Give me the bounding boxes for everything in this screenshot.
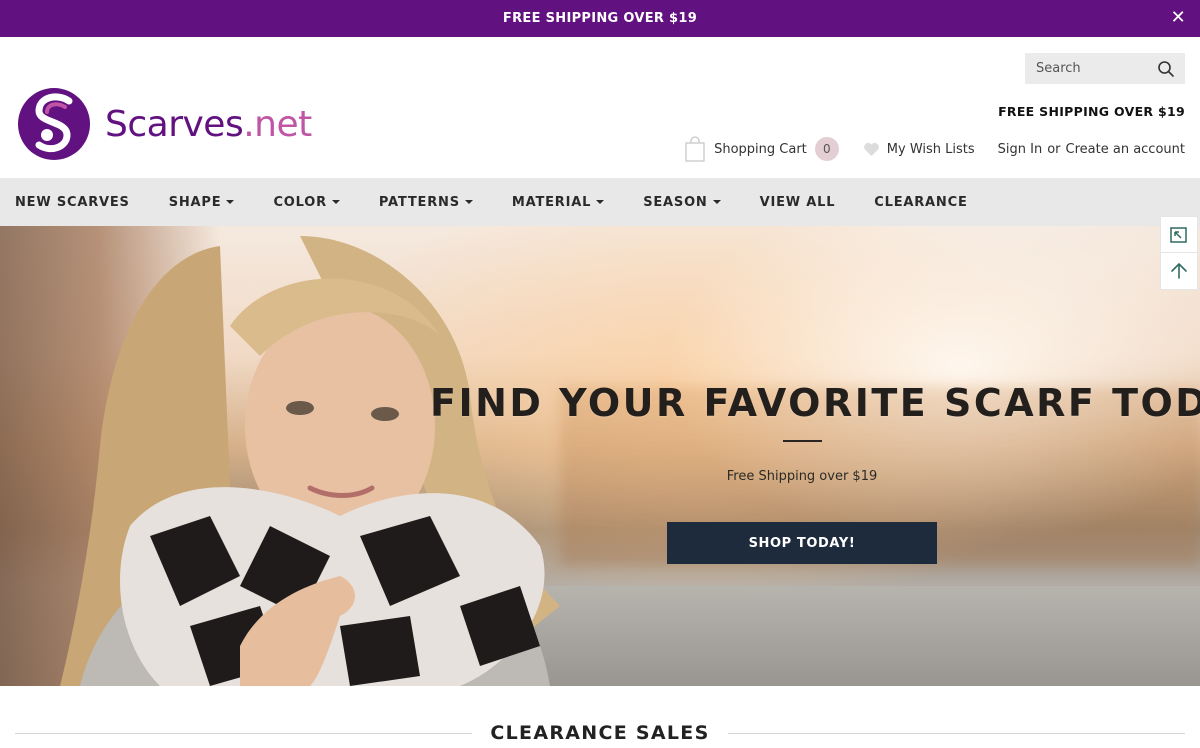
create-account-link[interactable]: Create an account <box>1066 142 1185 157</box>
search-icon[interactable] <box>1157 60 1175 78</box>
caret-down-icon <box>331 200 340 204</box>
nav-item-new-scarves[interactable]: NEW SCARVES <box>15 195 130 210</box>
nav-item-season[interactable]: SEASON <box>643 194 721 210</box>
hero-subtitle: Free Shipping over $19 <box>726 469 878 484</box>
nav-label: CLEARANCE <box>874 194 968 210</box>
announcement-bar: FREE SHIPPING OVER $19 ✕ <box>0 0 1200 37</box>
nav-item-shape[interactable]: SHAPE <box>169 195 235 210</box>
nav-label: PATTERNS <box>378 194 460 210</box>
caret-down-icon <box>226 200 235 204</box>
header-links: Shopping Cart 0 My Wish Lists Sign In or C… <box>684 136 1185 162</box>
nav-label: COLOR <box>273 194 327 210</box>
clearance-section-header: CLEARANCE SALES <box>0 718 1200 748</box>
logo-brand-text: Scarves <box>105 103 244 145</box>
cart-count-badge: 0 <box>814 137 839 161</box>
nav-item-material[interactable]: MATERIAL <box>511 194 605 210</box>
nav-label: NEW SCARVES <box>15 194 130 210</box>
caret-down-icon <box>596 200 605 204</box>
search-box <box>1025 53 1185 84</box>
caret-down-icon <box>712 200 721 204</box>
close-icon[interactable]: ✕ <box>1171 7 1186 29</box>
sign-in-link[interactable]: Sign In <box>998 142 1043 157</box>
compare-icon <box>1170 226 1187 243</box>
shopping-cart-link[interactable]: Shopping Cart 0 <box>684 136 839 162</box>
wishlist-label: My Wish Lists <box>886 141 975 157</box>
announcement-text: FREE SHIPPING OVER $19 <box>502 11 698 26</box>
logo-wordmark: Scarves.net <box>105 104 312 145</box>
scroll-top-button[interactable] <box>1160 253 1198 290</box>
hero-title: FIND YOUR FAVORITE SCARF TODAY! <box>430 381 1200 425</box>
site-logo[interactable]: Scarves.net <box>17 87 312 161</box>
hero-divider <box>783 440 822 442</box>
nav-item-view-all[interactable]: VIEW ALL <box>760 195 836 210</box>
nav-label: VIEW ALL <box>759 194 836 210</box>
section-divider-left <box>15 733 472 734</box>
nav-label: SEASON <box>643 194 708 210</box>
cart-label: Shopping Cart <box>714 141 807 157</box>
account-links: Sign In or Create an account <box>998 142 1185 157</box>
hero-background-road <box>520 586 1200 686</box>
hero-model-image <box>60 236 560 686</box>
nav-label: SHAPE <box>168 194 222 210</box>
nav-item-color[interactable]: COLOR <box>273 194 340 210</box>
side-tools <box>1160 216 1200 290</box>
compare-button[interactable] <box>1160 216 1198 253</box>
site-header: Scarves.net FREE SHIPPING OVER $19 Shopp… <box>0 37 1200 178</box>
section-title: CLEARANCE SALES <box>490 722 710 744</box>
header-shipping-text: FREE SHIPPING OVER $19 <box>998 104 1185 119</box>
nav-item-clearance[interactable]: CLEARANCE <box>874 195 967 210</box>
logo-tld-text: .net <box>243 103 312 145</box>
nav-label: MATERIAL <box>511 194 592 210</box>
shop-today-button[interactable]: SHOP TODAY! <box>667 522 937 564</box>
arrow-up-icon <box>1171 263 1187 279</box>
hero-banner: FIND YOUR FAVORITE SCARF TODAY! Free Shi… <box>0 226 1200 686</box>
caret-down-icon <box>464 200 473 204</box>
shopping-bag-icon <box>685 136 705 162</box>
account-separator: or <box>1047 141 1061 157</box>
nav-item-patterns[interactable]: PATTERNS <box>379 195 473 210</box>
search-input[interactable] <box>1025 61 1153 76</box>
main-nav: NEW SCARVES SHAPE COLOR PATTERNS MATERIA… <box>0 178 1200 226</box>
logo-mark-icon <box>18 88 90 160</box>
section-divider-right <box>728 733 1185 734</box>
heart-icon <box>863 142 879 156</box>
wishlist-link[interactable]: My Wish Lists <box>863 142 975 157</box>
